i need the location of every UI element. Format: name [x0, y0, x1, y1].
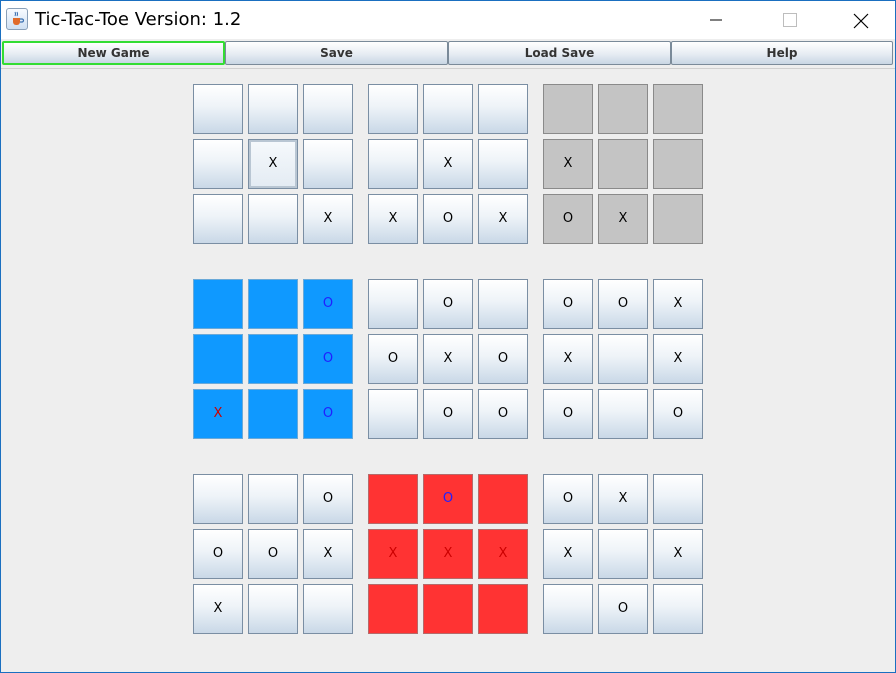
cell-b1-r2-c1[interactable] — [193, 139, 243, 189]
cell-b9-r2-c3[interactable]: X — [653, 529, 703, 579]
cell-b7-r2-c3[interactable]: X — [303, 529, 353, 579]
cell-b6-r3-c3[interactable]: O — [653, 389, 703, 439]
cell-b1-r3-c2[interactable] — [248, 194, 298, 244]
cell-b6-r1-c1[interactable]: O — [543, 279, 593, 329]
cell-b3-r3-c1[interactable]: O — [543, 194, 593, 244]
cell-b8-r2-c1[interactable]: X — [368, 529, 418, 579]
help-button[interactable]: Help — [671, 41, 893, 65]
maximize-button[interactable] — [767, 1, 813, 39]
close-button[interactable] — [837, 1, 883, 39]
cell-b2-r3-c1[interactable]: X — [368, 194, 418, 244]
app-window: Tic-Tac-Toe Version: 1.2 New Game Save L… — [0, 0, 896, 673]
cell-b3-r1-c2[interactable] — [598, 84, 648, 134]
cell-b2-r1-c3[interactable] — [478, 84, 528, 134]
save-button[interactable]: Save — [225, 41, 448, 65]
cell-b4-r3-c2[interactable] — [248, 389, 298, 439]
title-bar[interactable]: Tic-Tac-Toe Version: 1.2 — [1, 1, 895, 39]
cell-b2-r2-c1[interactable] — [368, 139, 418, 189]
cell-b7-r3-c1[interactable]: X — [193, 584, 243, 634]
cell-b2-r2-c3[interactable] — [478, 139, 528, 189]
cell-b1-r1-c2[interactable] — [248, 84, 298, 134]
cell-b9-r1-c1[interactable]: O — [543, 474, 593, 524]
cell-b3-r1-c1[interactable] — [543, 84, 593, 134]
cell-b7-r2-c1[interactable]: O — [193, 529, 243, 579]
cell-b5-r2-c2[interactable]: X — [423, 334, 473, 384]
cell-b2-r1-c2[interactable] — [423, 84, 473, 134]
cell-b8-r1-c2[interactable]: O — [423, 474, 473, 524]
cell-b7-r3-c2[interactable] — [248, 584, 298, 634]
cell-b4-r1-c3[interactable]: O — [303, 279, 353, 329]
cell-b6-r1-c2[interactable]: O — [598, 279, 648, 329]
cell-b8-r2-c2[interactable]: X — [423, 529, 473, 579]
cell-b4-r2-c3[interactable]: O — [303, 334, 353, 384]
close-icon — [853, 13, 869, 29]
cell-b5-r1-c2[interactable]: O — [423, 279, 473, 329]
cell-b1-r2-c2[interactable]: X — [248, 139, 298, 189]
window-title: Tic-Tac-Toe Version: 1.2 — [35, 9, 242, 30]
cell-b1-r2-c3[interactable] — [303, 139, 353, 189]
cell-b8-r1-c3[interactable] — [478, 474, 528, 524]
cell-b6-r1-c3[interactable]: X — [653, 279, 703, 329]
cell-b2-r3-c3[interactable]: X — [478, 194, 528, 244]
cell-b4-r2-c2[interactable] — [248, 334, 298, 384]
cell-b3-r1-c3[interactable] — [653, 84, 703, 134]
cell-b9-r2-c1[interactable]: X — [543, 529, 593, 579]
cell-b3-r3-c2[interactable]: X — [598, 194, 648, 244]
cell-b7-r1-c2[interactable] — [248, 474, 298, 524]
cell-b9-r3-c3[interactable] — [653, 584, 703, 634]
cell-b8-r1-c1[interactable] — [368, 474, 418, 524]
toolbar-divider — [1, 68, 895, 69]
cell-b4-r1-c2[interactable] — [248, 279, 298, 329]
cell-b5-r3-c2[interactable]: O — [423, 389, 473, 439]
cell-b7-r2-c2[interactable]: O — [248, 529, 298, 579]
minimize-button[interactable] — [693, 1, 739, 39]
cell-b1-r3-c1[interactable] — [193, 194, 243, 244]
cell-b3-r2-c3[interactable] — [653, 139, 703, 189]
cell-b5-r3-c3[interactable]: O — [478, 389, 528, 439]
cell-b5-r1-c3[interactable] — [478, 279, 528, 329]
cell-b9-r3-c2[interactable]: O — [598, 584, 648, 634]
cell-b4-r1-c1[interactable] — [193, 279, 243, 329]
cell-b1-r3-c3[interactable]: X — [303, 194, 353, 244]
cell-b5-r2-c3[interactable]: O — [478, 334, 528, 384]
cell-b6-r3-c2[interactable] — [598, 389, 648, 439]
minimize-icon — [710, 19, 722, 21]
cell-b7-r3-c3[interactable] — [303, 584, 353, 634]
cell-b8-r3-c2[interactable] — [423, 584, 473, 634]
cell-b3-r2-c1[interactable]: X — [543, 139, 593, 189]
cell-b3-r2-c2[interactable] — [598, 139, 648, 189]
cell-b5-r2-c1[interactable]: O — [368, 334, 418, 384]
cell-b5-r1-c1[interactable] — [368, 279, 418, 329]
cell-b1-r1-c3[interactable] — [303, 84, 353, 134]
cell-b6-r2-c2[interactable] — [598, 334, 648, 384]
cell-b6-r2-c1[interactable]: X — [543, 334, 593, 384]
cell-b3-r3-c3[interactable] — [653, 194, 703, 244]
java-cup-icon[interactable] — [6, 8, 28, 30]
cell-b7-r1-c1[interactable] — [193, 474, 243, 524]
cell-b2-r2-c2[interactable]: X — [423, 139, 473, 189]
cell-b7-r1-c3[interactable]: O — [303, 474, 353, 524]
cell-b6-r2-c3[interactable]: X — [653, 334, 703, 384]
cell-b1-r1-c1[interactable] — [193, 84, 243, 134]
cell-b9-r2-c2[interactable] — [598, 529, 648, 579]
cell-b9-r1-c2[interactable]: X — [598, 474, 648, 524]
cell-b8-r2-c3[interactable]: X — [478, 529, 528, 579]
new-game-button[interactable]: New Game — [2, 41, 225, 65]
cell-b2-r1-c1[interactable] — [368, 84, 418, 134]
cell-b2-r3-c2[interactable]: O — [423, 194, 473, 244]
cell-b8-r3-c3[interactable] — [478, 584, 528, 634]
cell-b6-r3-c1[interactable]: O — [543, 389, 593, 439]
cell-b5-r3-c1[interactable] — [368, 389, 418, 439]
cell-b4-r2-c1[interactable] — [193, 334, 243, 384]
cell-b4-r3-c1[interactable]: X — [193, 389, 243, 439]
maximize-icon — [783, 13, 797, 27]
cell-b4-r3-c3[interactable]: O — [303, 389, 353, 439]
load-save-button[interactable]: Load Save — [448, 41, 671, 65]
cell-b8-r3-c1[interactable] — [368, 584, 418, 634]
cell-b9-r1-c3[interactable] — [653, 474, 703, 524]
cell-b9-r3-c1[interactable] — [543, 584, 593, 634]
